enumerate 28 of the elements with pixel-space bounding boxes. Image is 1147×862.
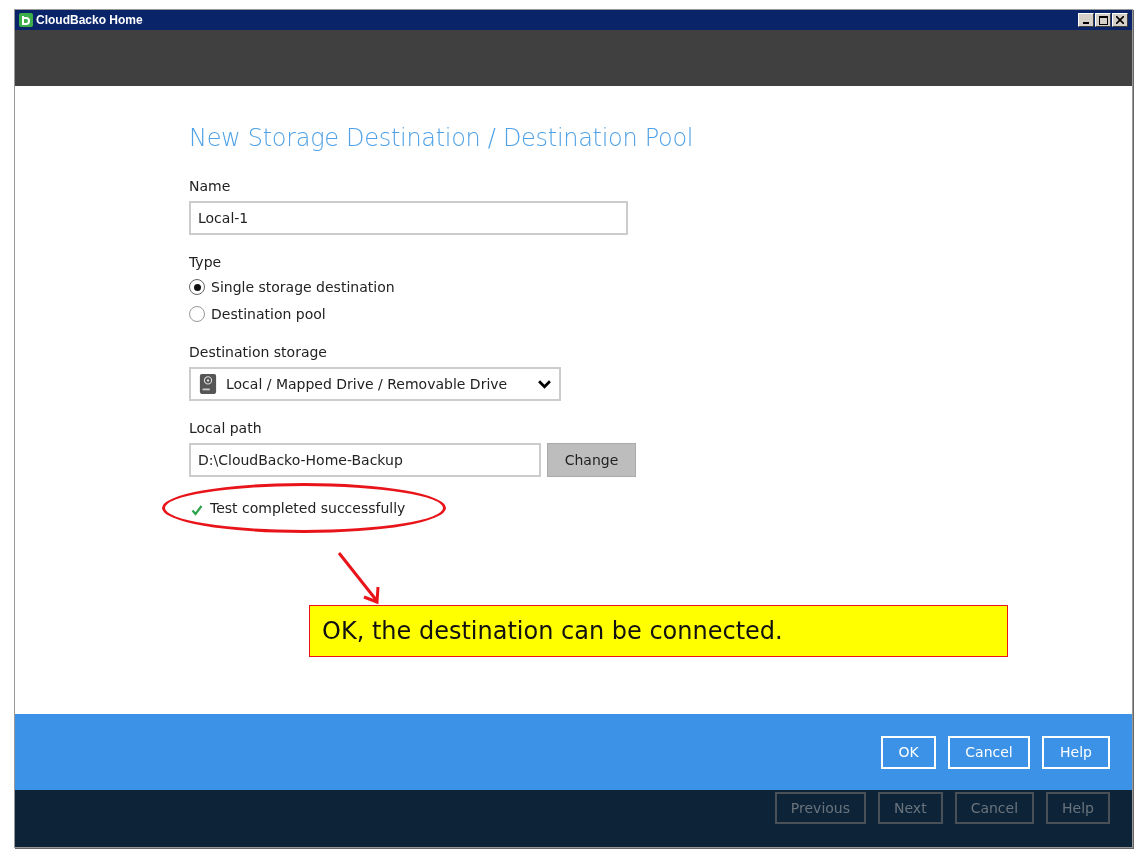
dialog-button[interactable]: Help: [1042, 735, 1110, 769]
storage-dropdown[interactable]: Local / Mapped Drive / Removable Drive: [189, 367, 561, 401]
path-input-field[interactable]: D:\CloudBacko-Home-Backup: [189, 443, 541, 477]
app-logo-icon: [19, 13, 33, 27]
dialog-button[interactable]: OK: [881, 735, 936, 769]
checkmark-icon: [191, 504, 203, 516]
radio-button[interactable]: [189, 279, 205, 295]
annotation-arrow: [336, 551, 382, 607]
close-icon: [1116, 16, 1124, 24]
dialog-button[interactable]: Cancel: [948, 735, 1030, 769]
chevron-down-icon: [538, 379, 551, 389]
annotation-callout: OK, the destination can be connected.: [309, 605, 1008, 657]
change-button[interactable]: Change: [547, 443, 636, 477]
field-label: Type: [189, 254, 223, 270]
field-label: Name: [189, 178, 232, 194]
name-input-field[interactable]: Local-1: [189, 201, 628, 235]
status-message: Test completed successfully: [210, 500, 406, 516]
maximize-button[interactable]: [1095, 13, 1111, 27]
radio-label[interactable]: Single storage destination: [211, 279, 395, 295]
radio-button[interactable]: [189, 306, 205, 322]
radio-label[interactable]: Destination pool: [211, 306, 326, 322]
field-label: Destination storage: [189, 344, 328, 360]
field-label: Local path: [189, 420, 263, 436]
window-title: CloudBacko Home: [36, 13, 144, 27]
drive-icon: [199, 373, 217, 395]
minimize-button[interactable]: [1078, 13, 1094, 27]
close-button[interactable]: [1112, 13, 1128, 27]
page-title: New Storage Destination / Destination Pool: [189, 124, 695, 152]
